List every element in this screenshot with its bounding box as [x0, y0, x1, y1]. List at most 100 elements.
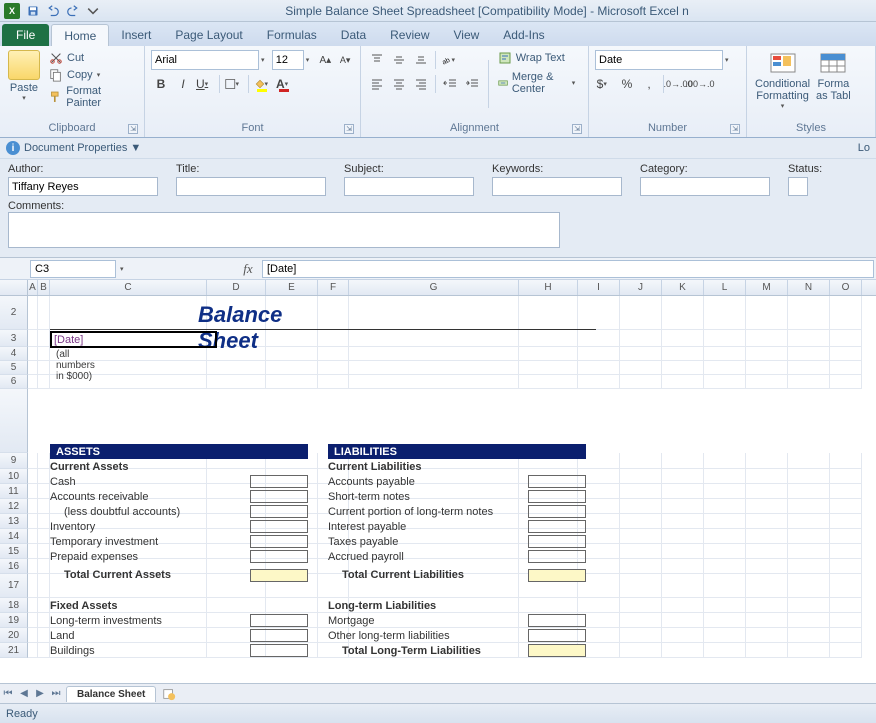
col-header[interactable]: B	[38, 280, 50, 295]
col-header[interactable]: C	[50, 280, 207, 295]
total-box[interactable]	[528, 569, 586, 582]
value-box[interactable]	[250, 475, 308, 488]
font-size-select[interactable]	[272, 50, 304, 70]
font-color-button[interactable]: A▾	[275, 74, 295, 94]
category-input[interactable]	[640, 177, 770, 196]
value-box[interactable]	[528, 629, 586, 642]
row-header[interactable]: 13	[0, 514, 28, 529]
tab-nav-next-icon[interactable]: ▶	[32, 686, 48, 702]
tab-addins[interactable]: Add-Ins	[491, 24, 556, 46]
number-format-select[interactable]	[595, 50, 723, 70]
value-box[interactable]	[250, 550, 308, 563]
author-input[interactable]	[8, 177, 158, 196]
row-header[interactable]: 3	[0, 330, 28, 347]
orientation-icon[interactable]: ab▾	[440, 50, 460, 70]
value-box[interactable]	[528, 475, 586, 488]
row-header[interactable]: 4	[0, 347, 28, 361]
row-header[interactable]: 16	[0, 559, 28, 574]
undo-icon[interactable]	[44, 2, 62, 20]
align-left-icon[interactable]	[367, 74, 387, 94]
tab-formulas[interactable]: Formulas	[255, 24, 329, 46]
subject-input[interactable]	[344, 177, 474, 196]
decrease-font-icon[interactable]: A▾	[336, 50, 354, 70]
date-cell-value[interactable]: [Date]	[54, 334, 83, 346]
row-header[interactable]: 15	[0, 544, 28, 559]
col-header[interactable]: E	[266, 280, 318, 295]
qat-customize-icon[interactable]	[84, 2, 102, 20]
format-painter-button[interactable]: Format Painter	[46, 84, 138, 110]
fill-color-button[interactable]: ▾	[253, 74, 273, 94]
underline-button[interactable]: U▾	[195, 74, 215, 94]
redo-icon[interactable]	[64, 2, 82, 20]
row-header[interactable]: 12	[0, 499, 28, 514]
bold-button[interactable]: B	[151, 74, 171, 94]
col-header[interactable]: I	[578, 280, 620, 295]
tab-review[interactable]: Review	[378, 24, 441, 46]
col-header[interactable]: A	[28, 280, 38, 295]
row-header[interactable]: 14	[0, 529, 28, 544]
increase-indent-icon[interactable]	[462, 74, 482, 94]
document-properties-dropdown[interactable]: Document Properties ▼	[24, 142, 141, 154]
alignment-launcher-icon[interactable]: ⇲	[572, 124, 582, 134]
value-box[interactable]	[528, 614, 586, 627]
percent-format-icon[interactable]: %	[617, 74, 637, 94]
col-header[interactable]: N	[788, 280, 830, 295]
value-box[interactable]	[528, 550, 586, 563]
col-header[interactable]: O	[830, 280, 862, 295]
tab-view[interactable]: View	[442, 24, 492, 46]
comma-format-icon[interactable]: ,	[639, 74, 659, 94]
row-header[interactable]: 20	[0, 628, 28, 643]
clipboard-launcher-icon[interactable]: ⇲	[128, 124, 138, 134]
title-input[interactable]	[176, 177, 326, 196]
tab-nav-prev-icon[interactable]: ◀	[16, 686, 32, 702]
value-box[interactable]	[250, 520, 308, 533]
cut-button[interactable]: Cut	[46, 50, 138, 66]
col-header[interactable]: D	[207, 280, 266, 295]
value-box[interactable]	[528, 505, 586, 518]
value-box[interactable]	[250, 505, 308, 518]
formula-bar[interactable]	[262, 260, 874, 278]
wrap-text-button[interactable]: Wrap Text	[495, 50, 582, 66]
row-header[interactable]: 17	[0, 574, 28, 598]
conditional-formatting-button[interactable]: Conditional Formatting▾	[753, 48, 812, 120]
col-header[interactable]: H	[519, 280, 578, 295]
value-box[interactable]	[250, 629, 308, 642]
spreadsheet-grid[interactable]: A B C D E F G H I J K L M N O 2345691011…	[0, 280, 876, 660]
value-box[interactable]	[528, 490, 586, 503]
paste-button[interactable]: Paste ▾	[6, 48, 42, 120]
save-icon[interactable]	[24, 2, 42, 20]
row-header[interactable]: 21	[0, 643, 28, 658]
comments-input[interactable]	[8, 212, 560, 248]
tab-file[interactable]: File	[2, 24, 49, 46]
status-input[interactable]	[788, 177, 808, 196]
tab-data[interactable]: Data	[329, 24, 378, 46]
total-box[interactable]	[528, 644, 586, 657]
value-box[interactable]	[528, 520, 586, 533]
decrease-indent-icon[interactable]	[440, 74, 460, 94]
col-header[interactable]: M	[746, 280, 788, 295]
col-header[interactable]: K	[662, 280, 704, 295]
keywords-input[interactable]	[492, 177, 622, 196]
row-header[interactable]: 10	[0, 469, 28, 484]
align-right-icon[interactable]	[411, 74, 431, 94]
row-header[interactable]: 11	[0, 484, 28, 499]
copy-button[interactable]: Copy▾	[46, 67, 138, 83]
tab-insert[interactable]: Insert	[109, 24, 163, 46]
value-box[interactable]	[250, 644, 308, 657]
row-header[interactable]: 6	[0, 375, 28, 389]
tab-nav-first-icon[interactable]: ⏮	[0, 686, 16, 702]
font-name-select[interactable]	[151, 50, 259, 70]
col-header[interactable]: L	[704, 280, 746, 295]
total-box[interactable]	[250, 569, 308, 582]
align-top-icon[interactable]	[367, 50, 387, 70]
row-header[interactable]: 2	[0, 296, 28, 330]
italic-button[interactable]: I	[173, 74, 193, 94]
col-header[interactable]: G	[349, 280, 519, 295]
col-header[interactable]: J	[620, 280, 662, 295]
increase-font-icon[interactable]: A▴	[317, 50, 335, 70]
border-button[interactable]: ▾	[224, 74, 244, 94]
value-box[interactable]	[528, 535, 586, 548]
name-box[interactable]	[30, 260, 116, 278]
col-header[interactable]: F	[318, 280, 349, 295]
align-middle-icon[interactable]	[389, 50, 409, 70]
